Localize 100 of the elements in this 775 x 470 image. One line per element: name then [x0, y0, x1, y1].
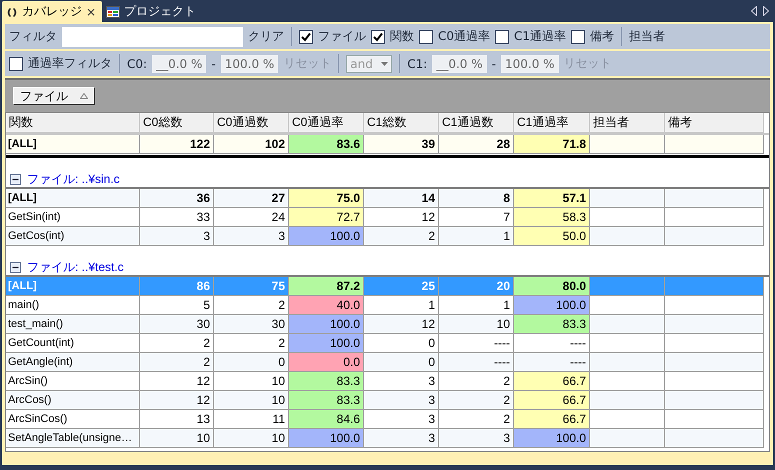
- table-cell[interactable]: ----: [514, 353, 590, 372]
- table-cell[interactable]: 1: [439, 227, 514, 246]
- column-header[interactable]: 備考: [665, 113, 764, 133]
- table-cell[interactable]: ArcCos(): [6, 391, 140, 410]
- table-cell[interactable]: 100.0: [289, 227, 364, 246]
- table-cell[interactable]: [665, 189, 764, 208]
- table-cell[interactable]: 100.0: [514, 296, 590, 315]
- table-cell[interactable]: [665, 277, 764, 296]
- table-cell[interactable]: 0.0: [289, 353, 364, 372]
- table-cell[interactable]: 2: [364, 227, 439, 246]
- table-cell[interactable]: 10: [140, 429, 214, 448]
- table-cell[interactable]: 1: [364, 296, 439, 315]
- table-cell[interactable]: [590, 227, 665, 246]
- table-cell[interactable]: 12: [364, 315, 439, 334]
- table-cell[interactable]: [590, 429, 665, 448]
- table-cell[interactable]: 3: [140, 227, 214, 246]
- checkbox[interactable]: [419, 30, 433, 44]
- table-cell[interactable]: 3: [364, 429, 439, 448]
- table-cell[interactable]: 2: [439, 391, 514, 410]
- table-cell[interactable]: [665, 334, 764, 353]
- table-cell[interactable]: 14: [364, 189, 439, 208]
- column-header[interactable]: 関数: [6, 113, 140, 133]
- table-cell[interactable]: ----: [439, 353, 514, 372]
- table-cell[interactable]: 3: [439, 429, 514, 448]
- tab[interactable]: プロジェクト: [102, 1, 202, 22]
- table-cell[interactable]: [590, 135, 665, 154]
- table-cell[interactable]: [665, 296, 764, 315]
- column-header[interactable]: C1通過数: [439, 113, 514, 133]
- table-cell[interactable]: 100.0: [514, 429, 590, 448]
- table-cell[interactable]: 3: [364, 372, 439, 391]
- table-cell[interactable]: 100.0: [289, 429, 364, 448]
- table-cell[interactable]: 87.2: [289, 277, 364, 296]
- collapse-icon[interactable]: [10, 174, 21, 184]
- table-cell[interactable]: test_main(): [6, 315, 140, 334]
- table-cell[interactable]: 84.6: [289, 410, 364, 429]
- table-cell[interactable]: 2: [214, 296, 289, 315]
- table-cell[interactable]: 80.0: [514, 277, 590, 296]
- checkbox-label[interactable]: ファイル: [318, 28, 366, 45]
- column-header[interactable]: C1通過率: [514, 113, 590, 133]
- table-cell[interactable]: 30: [140, 315, 214, 334]
- table-cell[interactable]: 10: [214, 372, 289, 391]
- table-cell[interactable]: 100.0: [289, 334, 364, 353]
- table-cell[interactable]: 2: [439, 410, 514, 429]
- table-cell[interactable]: [590, 296, 665, 315]
- table-cell[interactable]: [665, 315, 764, 334]
- table-cell[interactable]: 57.1: [514, 189, 590, 208]
- collapse-icon[interactable]: [10, 262, 21, 272]
- table-cell[interactable]: 83.6: [289, 135, 364, 154]
- table-cell[interactable]: 83.3: [289, 391, 364, 410]
- table-cell[interactable]: ArcSin(): [6, 372, 140, 391]
- table-cell[interactable]: [590, 208, 665, 227]
- table-cell[interactable]: 71.8: [514, 135, 590, 154]
- table-cell[interactable]: ArcSinCos(): [6, 410, 140, 429]
- table-cell[interactable]: 36: [140, 189, 214, 208]
- table-cell[interactable]: 27: [214, 189, 289, 208]
- checkbox-label[interactable]: 備考: [590, 28, 614, 45]
- table-cell[interactable]: 2: [214, 334, 289, 353]
- table-cell[interactable]: GetCos(int): [6, 227, 140, 246]
- table-cell[interactable]: 66.7: [514, 391, 590, 410]
- table-cell[interactable]: [590, 372, 665, 391]
- table-cell[interactable]: 11: [214, 410, 289, 429]
- checkbox-label[interactable]: C1通過率: [514, 28, 566, 45]
- table-cell[interactable]: 24: [214, 208, 289, 227]
- tab[interactable]: カバレッジ ×: [2, 1, 102, 22]
- table-cell[interactable]: 83.3: [289, 372, 364, 391]
- table-cell[interactable]: [665, 135, 764, 154]
- table-cell[interactable]: [ALL]: [6, 135, 140, 154]
- table-cell[interactable]: 66.7: [514, 410, 590, 429]
- table-cell[interactable]: 3: [364, 391, 439, 410]
- column-header[interactable]: C0通過率: [289, 113, 364, 133]
- table-cell[interactable]: 3: [364, 410, 439, 429]
- close-button[interactable]: ×: [86, 4, 96, 18]
- table-cell[interactable]: [665, 208, 764, 227]
- table-cell[interactable]: 10: [214, 391, 289, 410]
- table-cell[interactable]: 72.7: [289, 208, 364, 227]
- table-cell[interactable]: 10: [214, 429, 289, 448]
- table-cell[interactable]: 28: [439, 135, 514, 154]
- table-cell[interactable]: 50.0: [514, 227, 590, 246]
- owner-button[interactable]: 担当者: [629, 28, 666, 45]
- table-cell[interactable]: 66.7: [514, 372, 590, 391]
- table-cell[interactable]: 33: [140, 208, 214, 227]
- table-cell[interactable]: 100.0: [289, 315, 364, 334]
- table-cell[interactable]: [665, 429, 764, 448]
- table-cell[interactable]: 75.0: [289, 189, 364, 208]
- checkbox-label[interactable]: C0通過率: [438, 28, 490, 45]
- table-cell[interactable]: 40.0: [289, 296, 364, 315]
- table-cell[interactable]: [590, 410, 665, 429]
- checkbox[interactable]: [371, 30, 385, 44]
- column-header[interactable]: C0通過数: [214, 113, 289, 133]
- table-cell[interactable]: 5: [140, 296, 214, 315]
- table-cell[interactable]: 102: [214, 135, 289, 154]
- table-cell[interactable]: 3: [214, 227, 289, 246]
- table-cell[interactable]: [665, 353, 764, 372]
- table-cell[interactable]: 83.3: [514, 315, 590, 334]
- table-cell[interactable]: 13: [140, 410, 214, 429]
- table-cell[interactable]: 12: [364, 208, 439, 227]
- table-cell[interactable]: [590, 277, 665, 296]
- table-cell[interactable]: 12: [140, 372, 214, 391]
- checkbox[interactable]: [9, 56, 23, 70]
- table-cell[interactable]: 0: [364, 353, 439, 372]
